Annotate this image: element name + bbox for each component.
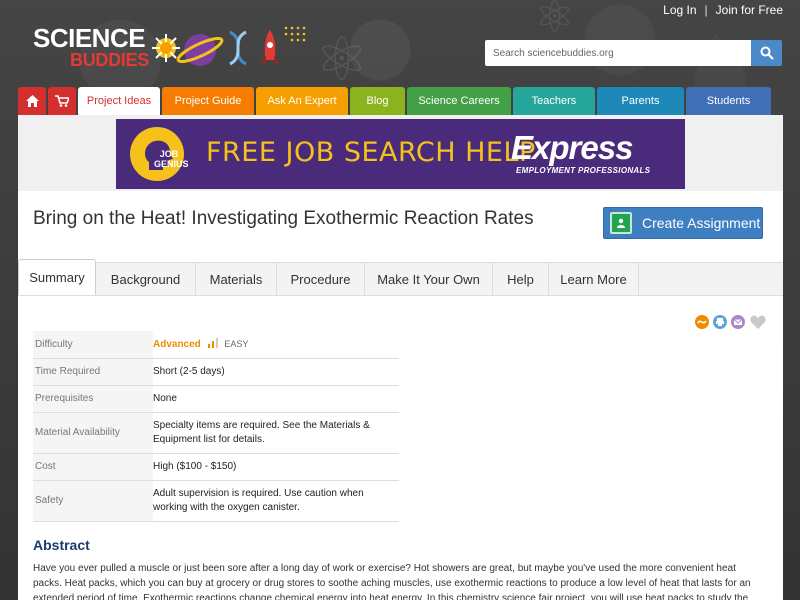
nav-project-ideas[interactable]: Project Ideas — [78, 87, 160, 115]
nav-parents[interactable]: Parents — [597, 87, 684, 115]
join-link[interactable]: Join for Free — [716, 3, 783, 17]
cost-label: Cost — [33, 453, 153, 481]
login-link[interactable]: Log In — [663, 3, 696, 17]
difficulty-level: Advanced — [153, 339, 201, 350]
create-assignment-label: Create Assignment — [642, 215, 761, 231]
difficulty-easy-label: EASY — [224, 339, 249, 349]
job-genius-text: JOB GENIUS — [154, 149, 189, 169]
ad-brand-subtitle: EMPLOYMENT PROFESSIONALS — [516, 166, 651, 175]
planet-icon — [176, 34, 224, 66]
favorite-heart-icon[interactable] — [749, 315, 767, 329]
main-nav: Project Ideas Project Guide Ask An Exper… — [18, 87, 783, 115]
tab-make-it-your-own[interactable]: Make It Your Own — [365, 263, 493, 296]
prerequisites-label: Prerequisites — [33, 385, 153, 413]
google-classroom-icon — [610, 212, 632, 234]
project-summary-table: Difficulty Advanced EASY Time Required S… — [33, 331, 399, 522]
print-icon[interactable] — [713, 315, 727, 329]
tab-help[interactable]: Help — [493, 263, 549, 296]
table-row: Cost High ($100 - $150) — [33, 453, 399, 481]
logo-text-buddies: BUDDIES — [70, 50, 149, 70]
account-links: Log In | Join for Free — [663, 3, 783, 17]
time-required-value: Short (2-5 days) — [153, 358, 399, 386]
search-button[interactable] — [751, 40, 782, 66]
safety-label: Safety — [33, 480, 153, 522]
prerequisites-value: None — [153, 385, 399, 413]
nav-teachers[interactable]: Teachers — [513, 87, 595, 115]
difficulty-bars-icon — [207, 338, 218, 348]
difficulty-label: Difficulty — [33, 331, 153, 359]
science-buddies-logo[interactable]: SCIENCE BUDDIES — [33, 23, 306, 78]
tab-summary[interactable]: Summary — [18, 259, 96, 295]
table-row: Difficulty Advanced EASY — [33, 331, 399, 359]
table-row: Time Required Short (2-5 days) — [33, 358, 399, 386]
search-icon — [760, 46, 774, 60]
ad-headline: FREE JOB SEARCH HELP — [206, 137, 536, 168]
nav-home[interactable] — [18, 87, 46, 115]
sun-icon — [152, 34, 180, 62]
nav-cart[interactable] — [48, 87, 76, 115]
rocket-icon — [261, 30, 279, 64]
tab-procedure[interactable]: Procedure — [277, 263, 365, 296]
tab-background[interactable]: Background — [96, 263, 196, 296]
email-icon[interactable] — [731, 315, 745, 329]
logo-icons — [152, 26, 306, 66]
job-genius-badge: JOB GENIUS — [130, 127, 189, 181]
home-icon — [25, 95, 39, 107]
cart-icon — [55, 95, 69, 107]
difficulty-value: Advanced EASY — [153, 331, 399, 359]
share-icon[interactable] — [695, 315, 709, 329]
ad-brand-name: Express — [511, 129, 633, 166]
link-separator: | — [704, 3, 708, 17]
project-tabs: Summary Background Materials Procedure M… — [18, 259, 783, 296]
safety-value: Adult supervision is required. Use cauti… — [153, 480, 399, 522]
ad-area: JOB GENIUS FREE JOB SEARCH HELP Express … — [18, 115, 783, 191]
nav-ask-an-expert[interactable]: Ask An Expert — [256, 87, 348, 115]
cost-value: High ($100 - $150) — [153, 453, 399, 481]
nav-students[interactable]: Students — [686, 87, 771, 115]
table-row: Material Availability Specialty items ar… — [33, 412, 399, 454]
table-row: Safety Adult supervision is required. Us… — [33, 480, 399, 522]
advertisement-banner[interactable]: JOB GENIUS FREE JOB SEARCH HELP Express … — [116, 119, 685, 189]
site-search — [485, 40, 782, 66]
background-atom-decoration: ⚛ — [535, 0, 575, 43]
table-row: Prerequisites None — [33, 385, 399, 413]
time-required-label: Time Required — [33, 358, 153, 386]
nav-project-guide[interactable]: Project Guide — [162, 87, 254, 115]
dna-icon — [229, 30, 247, 66]
page-title: Bring on the Heat! Investigating Exother… — [33, 208, 534, 229]
logo-text-science: SCIENCE — [33, 23, 146, 53]
nav-science-careers[interactable]: Science Careers — [407, 87, 511, 115]
abstract-text: Have you ever pulled a muscle or just be… — [33, 563, 751, 600]
dots-decoration — [284, 26, 306, 42]
tab-learn-more[interactable]: Learn More — [549, 263, 639, 296]
material-availability-value: Specialty items are required. See the Ma… — [153, 412, 399, 454]
material-availability-label: Material Availability — [33, 412, 153, 454]
tab-materials[interactable]: Materials — [196, 263, 277, 296]
abstract-heading: Abstract — [33, 537, 90, 553]
share-tools — [695, 315, 767, 329]
create-assignment-button[interactable]: Create Assignment — [603, 207, 763, 239]
nav-blog[interactable]: Blog — [350, 87, 405, 115]
search-input[interactable] — [485, 40, 751, 66]
main-content: JOB GENIUS FREE JOB SEARCH HELP Express … — [18, 115, 783, 600]
background-atom-decoration: ⚛ — [315, 25, 369, 95]
